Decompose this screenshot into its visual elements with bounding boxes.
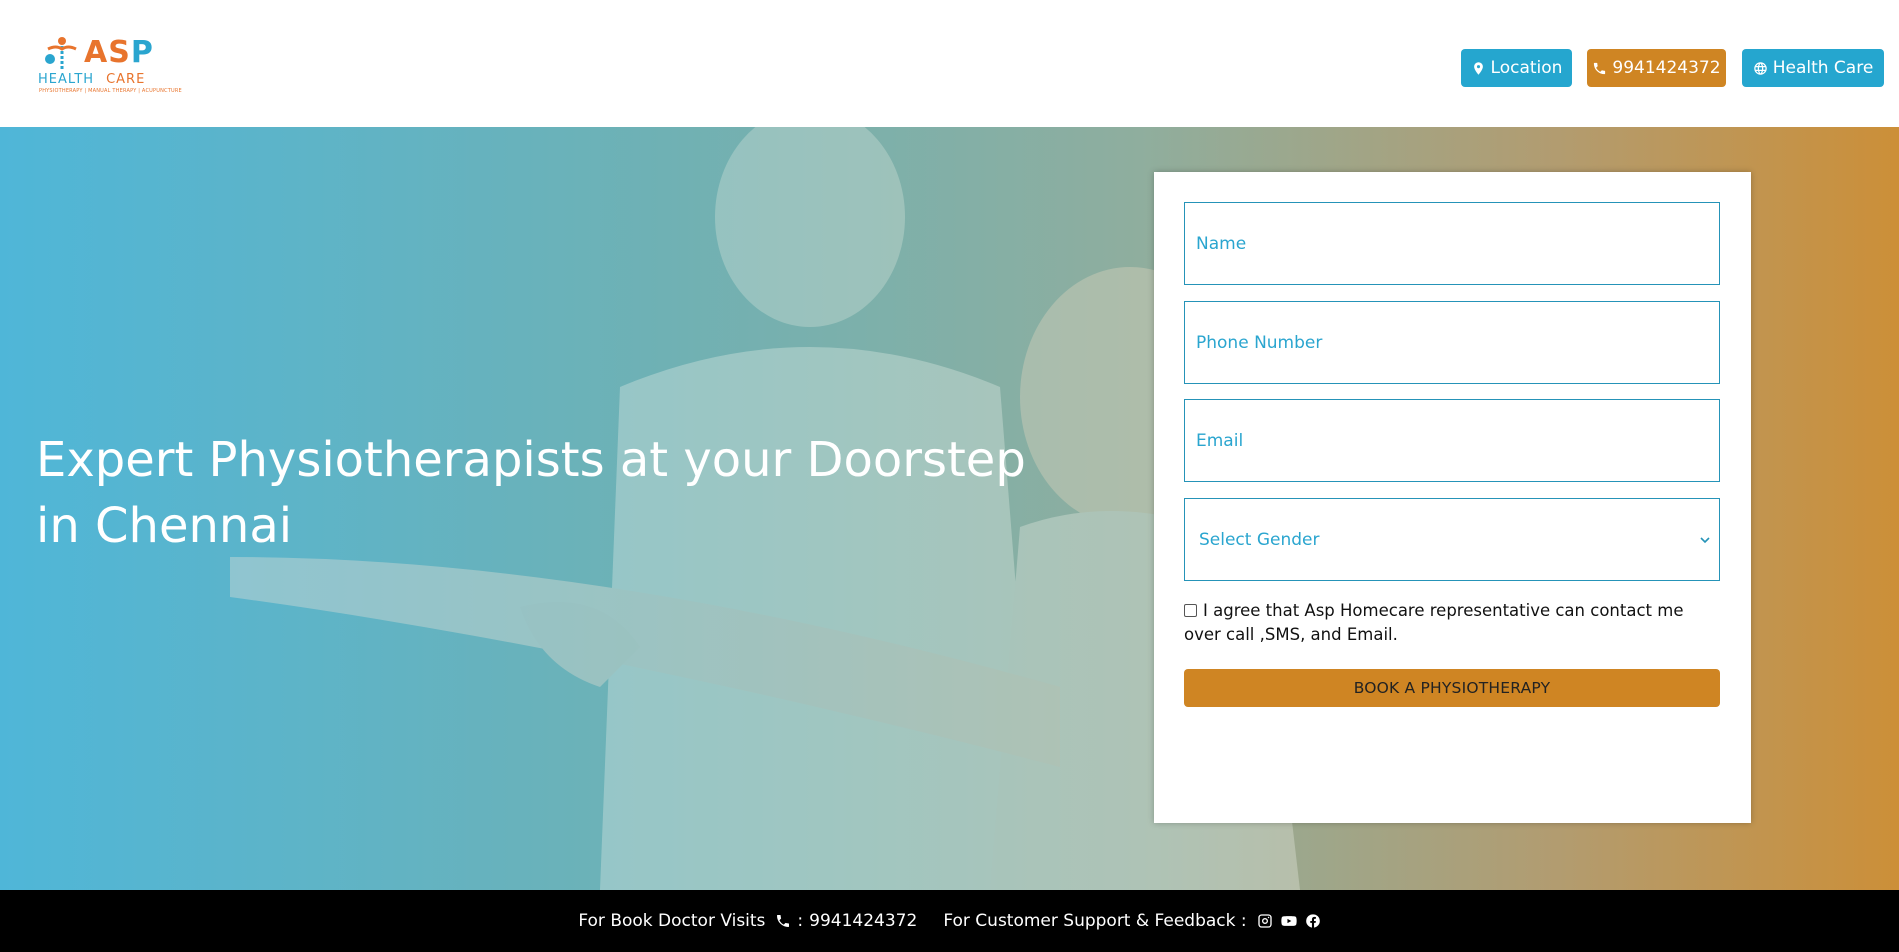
social-links	[1257, 913, 1321, 929]
hero-title: Expert Physiotherapists at your Doorstep…	[36, 432, 1026, 554]
map-pin-icon	[1473, 61, 1483, 75]
gender-select[interactable]: Select Gender	[1184, 498, 1720, 581]
facebook-icon[interactable]	[1305, 913, 1321, 929]
consent-checkbox[interactable]	[1184, 604, 1197, 617]
gender-select-value: Select Gender	[1199, 529, 1320, 550]
chevron-down-icon	[1700, 536, 1710, 543]
name-input[interactable]: Name	[1184, 202, 1720, 285]
logo-figure-icon	[45, 37, 77, 69]
consent-text: I agree that Asp Homecare representative…	[1184, 601, 1684, 644]
hero-section: Expert Physiotherapists at your Doorstep…	[0, 127, 1899, 890]
footer-book-separator: :	[797, 911, 804, 931]
booking-form: Name Phone Number Email Select Gender I …	[1154, 172, 1751, 823]
book-physiotherapy-button[interactable]: BOOK A PHYSIOTHERAPY	[1184, 669, 1720, 707]
phone-button-label: 9941424372	[1612, 58, 1721, 78]
location-button[interactable]: Location	[1461, 49, 1572, 87]
phone-icon	[777, 915, 790, 927]
phone-number-input[interactable]: Phone Number	[1184, 301, 1720, 384]
site-logo[interactable]: ASP HEALTH CARE PHYSIOTHERAPY | MANUAL TH…	[36, 33, 182, 95]
location-button-label: Location	[1490, 58, 1563, 78]
logo-subtitle: HEALTH CARE	[38, 72, 146, 87]
phone-button[interactable]: 9941424372	[1587, 49, 1726, 87]
logo-wordmark: ASP	[84, 35, 154, 70]
footer-book-label: For Book Doctor Visits	[578, 911, 766, 931]
email-input[interactable]: Email	[1184, 399, 1720, 482]
logo-tagline: PHYSIOTHERAPY | MANUAL THERAPY | ACUPUNC…	[39, 88, 182, 94]
site-header: ASP HEALTH CARE PHYSIOTHERAPY | MANUAL TH…	[0, 0, 1899, 127]
instagram-icon[interactable]	[1257, 913, 1273, 929]
health-care-button[interactable]: Health Care	[1742, 49, 1884, 87]
health-care-button-label: Health Care	[1772, 58, 1874, 78]
youtube-icon[interactable]	[1280, 913, 1297, 929]
footer-support-label: For Customer Support & Feedback :	[943, 911, 1247, 931]
phone-icon	[1594, 62, 1606, 74]
footer-phone-number[interactable]: 9941424372	[809, 911, 917, 931]
site-footer: For Book Doctor Visits : 9941424372 For …	[0, 890, 1899, 952]
globe-icon	[1753, 61, 1767, 75]
consent-row: I agree that Asp Homecare representative…	[1184, 599, 1724, 647]
